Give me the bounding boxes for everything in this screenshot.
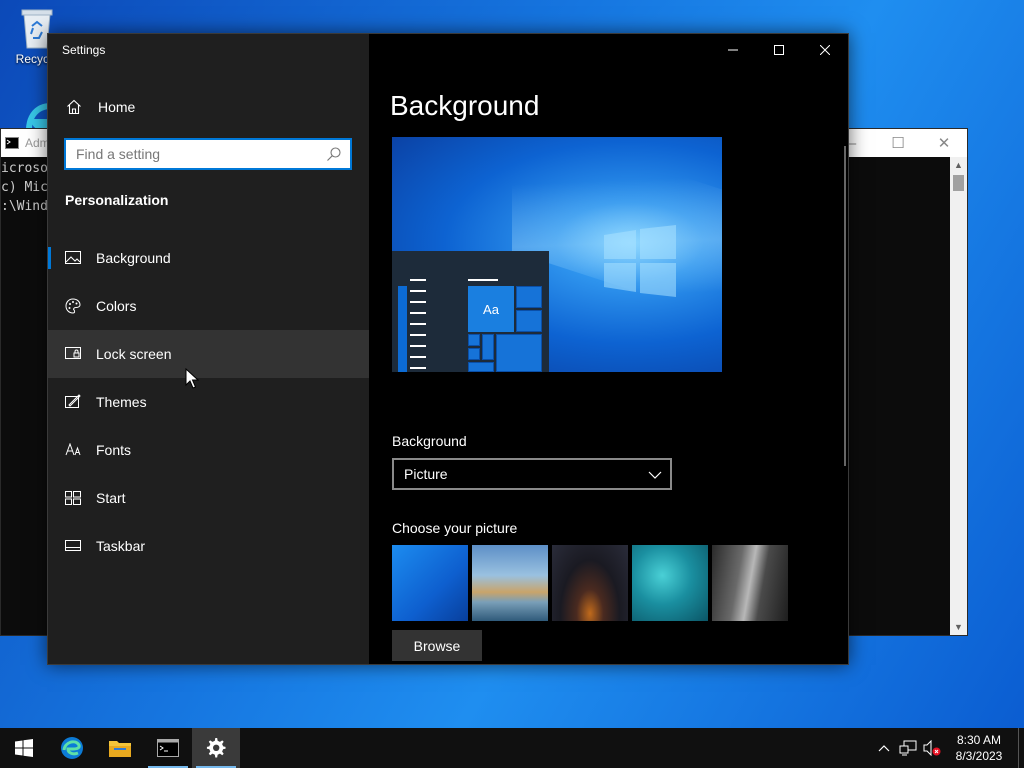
settings-nav-pane: Settings Home Personalization Background <box>48 34 369 664</box>
cmd-title: Adm <box>25 136 50 150</box>
picture-thumbnail-night-sky[interactable] <box>552 545 628 621</box>
chevron-up-icon <box>878 745 890 752</box>
show-hidden-icons-button[interactable] <box>872 728 896 768</box>
volume-button[interactable] <box>920 728 944 768</box>
cmd-icon <box>157 739 179 757</box>
nav-item-label: Background <box>96 250 171 266</box>
nav-item-fonts[interactable]: Fonts <box>48 426 369 474</box>
background-preview: Aa <box>392 137 722 372</box>
picture-thumbnail-windows[interactable] <box>392 545 468 621</box>
taskbar: 8:30 AM 8/3/2023 <box>0 728 1024 768</box>
start-button[interactable] <box>0 728 48 768</box>
picture-thumbnail-waterfall[interactable] <box>712 545 788 621</box>
windows-start-icon <box>15 739 33 757</box>
nav-item-label: Lock screen <box>96 346 172 362</box>
scroll-up-arrow-icon[interactable]: ▲ <box>950 157 967 173</box>
edge-icon <box>61 737 83 759</box>
minimize-button[interactable] <box>710 34 756 66</box>
background-type-label: Background <box>392 433 467 449</box>
home-nav-item[interactable]: Home <box>48 92 369 122</box>
nav-item-label: Colors <box>96 298 137 314</box>
fonts-icon <box>65 442 81 458</box>
clock-date: 8/3/2023 <box>955 749 1003 763</box>
picture-thumbnail-coast[interactable] <box>472 545 548 621</box>
search-icon[interactable] <box>326 146 342 162</box>
cmd-close-button[interactable]: ✕ <box>921 129 967 157</box>
nav-item-label: Start <box>96 490 126 506</box>
close-icon <box>820 45 830 55</box>
nav-item-label: Taskbar <box>96 538 146 554</box>
nav-item-themes[interactable]: Themes <box>48 378 369 426</box>
close-button[interactable] <box>802 34 848 66</box>
cmd-scrollbar[interactable]: ▲ ▼ <box>950 157 967 635</box>
maximize-icon <box>774 45 784 55</box>
nav-item-lock-screen[interactable]: Lock screen <box>48 330 369 378</box>
nav-item-label: Themes <box>96 394 147 410</box>
windows-logo-icon <box>604 225 676 297</box>
nav-item-label: Fonts <box>96 442 132 458</box>
picture-thumbnails <box>392 545 788 621</box>
section-heading: Personalization <box>65 192 169 208</box>
picture-thumbnail-underwater[interactable] <box>632 545 708 621</box>
preview-tile-text: Aa <box>468 286 514 332</box>
cmd-icon <box>5 137 19 149</box>
taskbar-icon <box>65 538 81 554</box>
chevron-down-icon <box>648 471 662 479</box>
personalization-nav-list: Background Colors Lock screen Themes Fon… <box>48 234 369 570</box>
settings-icon <box>206 738 226 758</box>
network-icon <box>899 740 917 756</box>
scroll-down-arrow-icon[interactable]: ▼ <box>950 619 967 635</box>
system-tray: 8:30 AM 8/3/2023 <box>872 728 1024 768</box>
start-icon <box>65 490 81 506</box>
picture-icon <box>65 250 81 266</box>
search-box[interactable] <box>64 138 352 170</box>
file-explorer-icon <box>109 741 131 757</box>
lock-screen-icon <box>65 346 81 362</box>
taskbar-cmd-button[interactable] <box>144 728 192 768</box>
taskbar-file-explorer-button[interactable] <box>96 728 144 768</box>
volume-muted-icon <box>923 740 941 756</box>
maximize-button[interactable] <box>756 34 802 66</box>
nav-item-background[interactable]: Background <box>48 234 369 282</box>
browse-button[interactable]: Browse <box>392 630 482 661</box>
window-title: Settings <box>62 43 106 57</box>
content-scrollbar[interactable] <box>844 146 846 466</box>
page-title: Background <box>390 90 540 121</box>
minimize-icon <box>728 49 738 51</box>
taskbar-edge-button[interactable] <box>48 728 96 768</box>
settings-window[interactable]: Settings Home Personalization Background <box>47 33 849 665</box>
home-icon <box>67 99 81 115</box>
search-input[interactable] <box>66 141 316 167</box>
nav-item-taskbar[interactable]: Taskbar <box>48 522 369 570</box>
settings-content-pane: Background Aa Background Picture Choose … <box>369 34 848 664</box>
show-desktop-button[interactable] <box>1018 728 1024 768</box>
start-menu-mockup: Aa <box>392 251 549 372</box>
nav-item-colors[interactable]: Colors <box>48 282 369 330</box>
taskbar-settings-button[interactable] <box>192 728 240 768</box>
cmd-maximize-button[interactable]: ☐ <box>875 129 921 157</box>
dropdown-value: Picture <box>404 466 448 482</box>
choose-picture-label: Choose your picture <box>392 520 518 536</box>
home-label: Home <box>98 99 136 115</box>
background-type-dropdown[interactable]: Picture <box>392 458 672 490</box>
nav-item-start[interactable]: Start <box>48 474 369 522</box>
mouse-cursor-icon <box>185 368 199 389</box>
themes-icon <box>65 394 81 410</box>
clock-time: 8:30 AM <box>956 733 1002 747</box>
taskbar-clock[interactable]: 8:30 AM 8/3/2023 <box>944 732 1014 764</box>
palette-icon <box>65 298 81 314</box>
network-button[interactable] <box>896 728 920 768</box>
scroll-thumb[interactable] <box>953 175 964 191</box>
